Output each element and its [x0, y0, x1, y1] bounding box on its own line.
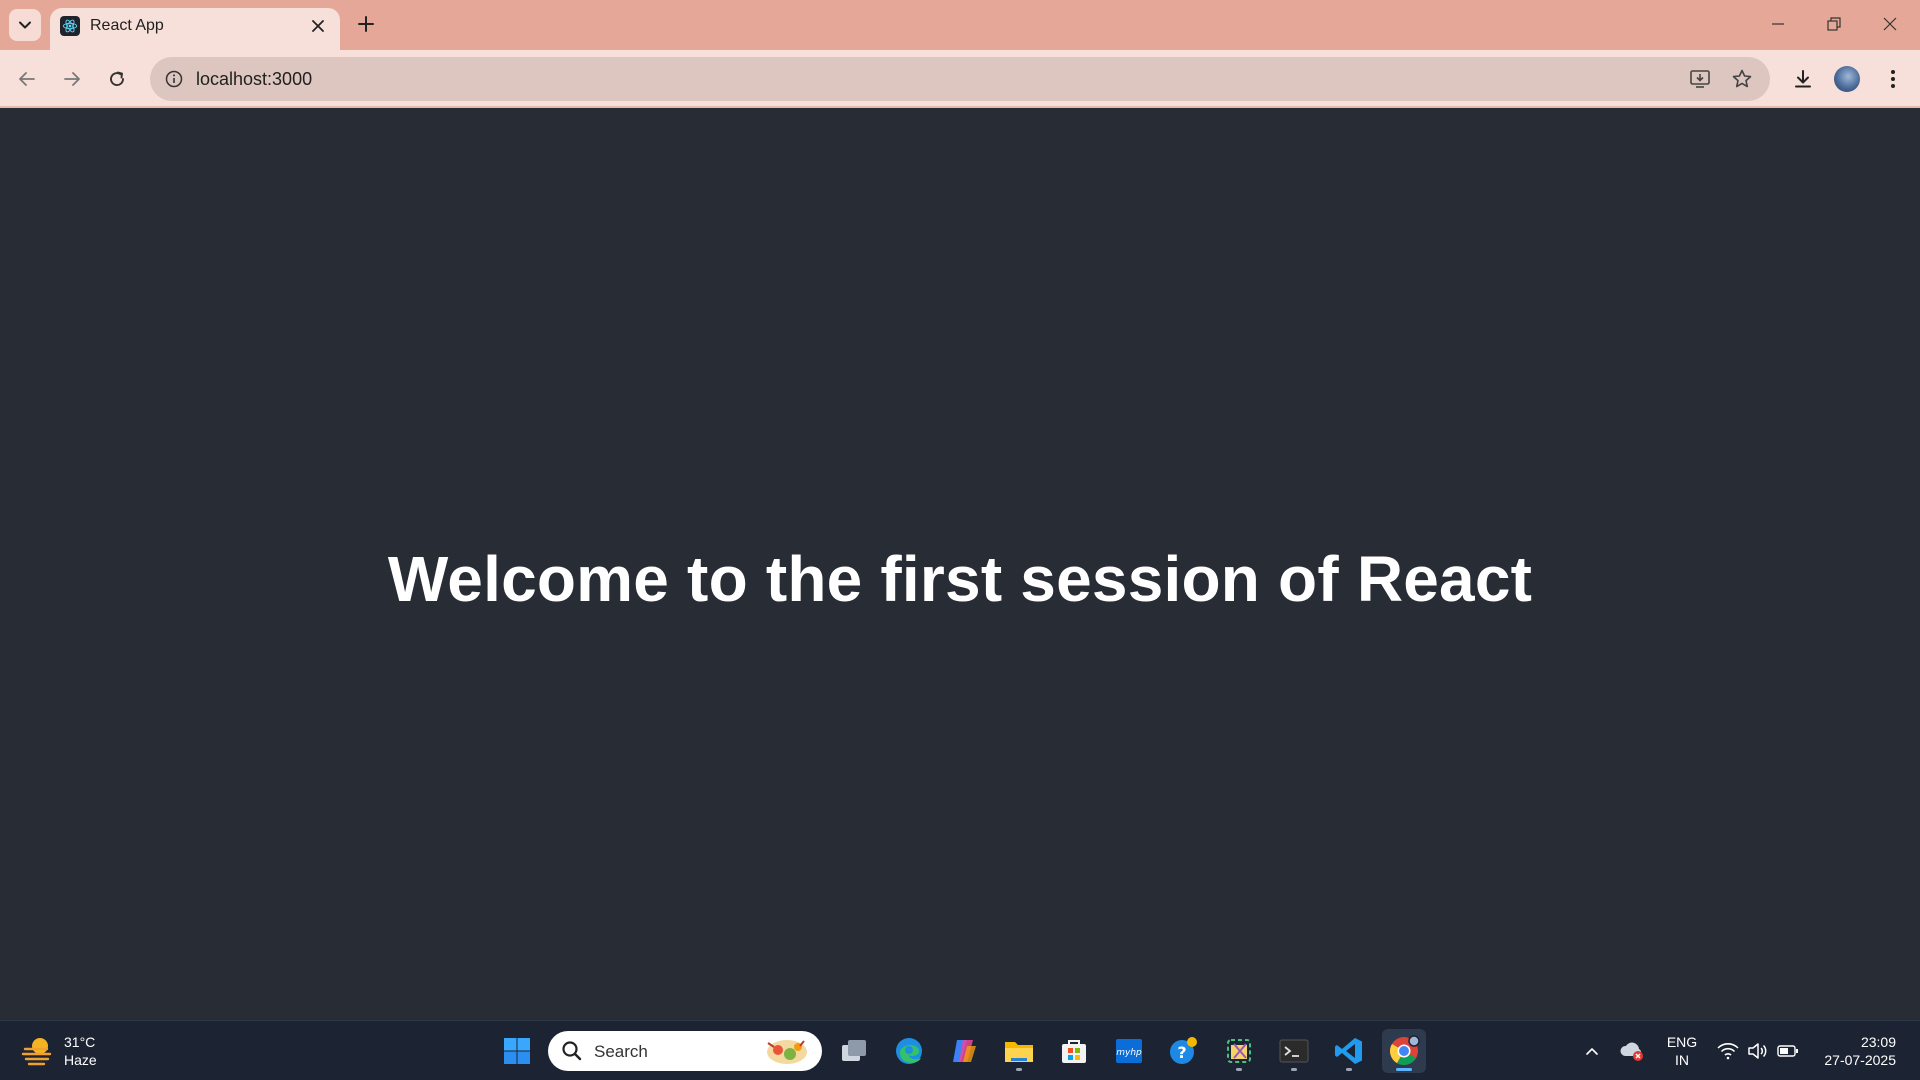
back-button[interactable] — [10, 62, 44, 96]
terminal-icon — [1279, 1039, 1309, 1063]
language-code: ENG — [1666, 1034, 1698, 1050]
task-view-icon — [842, 1040, 866, 1061]
taskbar-app-edge[interactable] — [887, 1029, 931, 1073]
clock-date: 27-07-2025 — [1824, 1052, 1896, 1068]
tab-close-button[interactable] — [306, 14, 330, 38]
browser-menu-button[interactable] — [1876, 62, 1910, 96]
taskbar-app-copilot[interactable] — [942, 1029, 986, 1073]
myhp-icon: myhp — [1116, 1039, 1142, 1063]
vscode-icon — [1335, 1038, 1362, 1064]
page-content: Welcome to the first session of React — [0, 108, 1920, 1020]
weather-description: Haze — [64, 1052, 97, 1068]
address-bar[interactable]: localhost:3000 — [150, 57, 1770, 101]
running-indicator — [1236, 1068, 1242, 1071]
folder-icon — [1005, 1042, 1033, 1062]
reload-button[interactable] — [100, 62, 134, 96]
wifi-icon — [1717, 1043, 1739, 1060]
taskbar-search[interactable]: Search — [548, 1031, 822, 1071]
page-headline: Welcome to the first session of React — [387, 543, 1533, 615]
volume-icon — [1748, 1043, 1767, 1059]
install-app-icon — [1690, 70, 1710, 88]
haze-sun-icon — [21, 1038, 52, 1066]
taskbar-app-file-explorer[interactable] — [997, 1029, 1041, 1073]
search-highlight-icon — [767, 1040, 807, 1064]
close-icon — [1883, 17, 1897, 31]
react-icon — [60, 16, 80, 36]
edge-icon — [896, 1038, 922, 1064]
new-tab-button[interactable] — [352, 10, 380, 38]
help-icon: ? — [1170, 1037, 1197, 1064]
site-info-button[interactable] — [162, 67, 186, 91]
taskbar-app-myhp[interactable]: myhp — [1107, 1029, 1151, 1073]
taskbar-app-vscode[interactable] — [1327, 1029, 1371, 1073]
minimize-button[interactable] — [1754, 6, 1802, 42]
running-indicator-active — [1396, 1068, 1412, 1071]
close-window-button[interactable] — [1866, 6, 1914, 42]
search-icon — [562, 1041, 582, 1061]
taskbar-app-snipping-tool[interactable] — [1217, 1029, 1261, 1073]
system-clock[interactable]: 23:09 27-07-2025 — [1812, 1033, 1896, 1069]
chevron-down-icon — [19, 21, 31, 29]
star-icon — [1732, 69, 1752, 88]
svg-text:?: ? — [1177, 1043, 1186, 1062]
snipping-tool-icon — [1227, 1039, 1251, 1063]
running-indicator — [1346, 1068, 1352, 1071]
chevron-up-icon — [1586, 1048, 1598, 1055]
browser-tab-active[interactable]: React App — [50, 8, 340, 50]
arrow-left-icon — [19, 72, 35, 86]
volume-status[interactable] — [1744, 1037, 1772, 1065]
start-button[interactable] — [495, 1029, 539, 1073]
battery-icon — [1777, 1045, 1798, 1057]
wifi-status[interactable] — [1714, 1037, 1742, 1065]
input-language[interactable]: ENG IN — [1662, 1033, 1702, 1069]
arrow-right-icon — [64, 72, 80, 86]
taskbar-app-store[interactable] — [1052, 1029, 1096, 1073]
restore-icon — [1827, 17, 1841, 31]
copilot-icon — [953, 1040, 976, 1062]
profile-avatar[interactable] — [1834, 66, 1860, 92]
taskbar-app-chrome[interactable] — [1382, 1029, 1426, 1073]
weather-temperature: 31°C — [64, 1034, 96, 1050]
downloads-button[interactable] — [1786, 62, 1820, 96]
cloud-error-icon — [1620, 1042, 1643, 1061]
show-hidden-icons-button[interactable] — [1578, 1037, 1606, 1065]
close-icon — [312, 20, 324, 32]
browser-tab-strip: React App — [0, 0, 1920, 50]
search-placeholder: Search — [594, 1042, 648, 1061]
running-indicator — [1016, 1068, 1022, 1071]
download-icon — [1795, 70, 1811, 88]
store-icon — [1062, 1040, 1086, 1063]
install-app-button[interactable] — [1688, 67, 1712, 91]
chrome-icon — [1390, 1035, 1420, 1065]
region-code: IN — [1675, 1052, 1689, 1068]
tab-title: React App — [90, 17, 164, 34]
onedrive-status[interactable] — [1618, 1037, 1646, 1065]
weather-widget[interactable]: 31°C Haze — [20, 1029, 97, 1073]
browser-toolbar: localhost:3000 — [0, 50, 1920, 108]
minimize-icon — [1772, 23, 1784, 25]
windows-taskbar: 31°C Haze Search myhp ? ENG IN 23:09 27-… — [0, 1020, 1920, 1080]
task-view-button[interactable] — [832, 1029, 876, 1073]
taskbar-app-terminal[interactable] — [1272, 1029, 1316, 1073]
bookmark-button[interactable] — [1730, 67, 1754, 91]
info-icon — [165, 70, 183, 88]
clock-time: 23:09 — [1860, 1034, 1896, 1050]
battery-status[interactable] — [1774, 1037, 1802, 1065]
plus-icon — [358, 16, 374, 32]
windows-logo-icon — [504, 1038, 530, 1064]
url-text[interactable]: localhost:3000 — [196, 69, 312, 90]
tab-search-button[interactable] — [9, 9, 41, 41]
svg-text:myhp: myhp — [1116, 1048, 1142, 1058]
forward-button[interactable] — [55, 62, 89, 96]
reload-icon — [110, 71, 124, 86]
taskbar-app-get-help[interactable]: ? — [1162, 1029, 1206, 1073]
kebab-menu-icon — [1891, 70, 1895, 88]
restore-button[interactable] — [1810, 6, 1858, 42]
running-indicator — [1291, 1068, 1297, 1071]
